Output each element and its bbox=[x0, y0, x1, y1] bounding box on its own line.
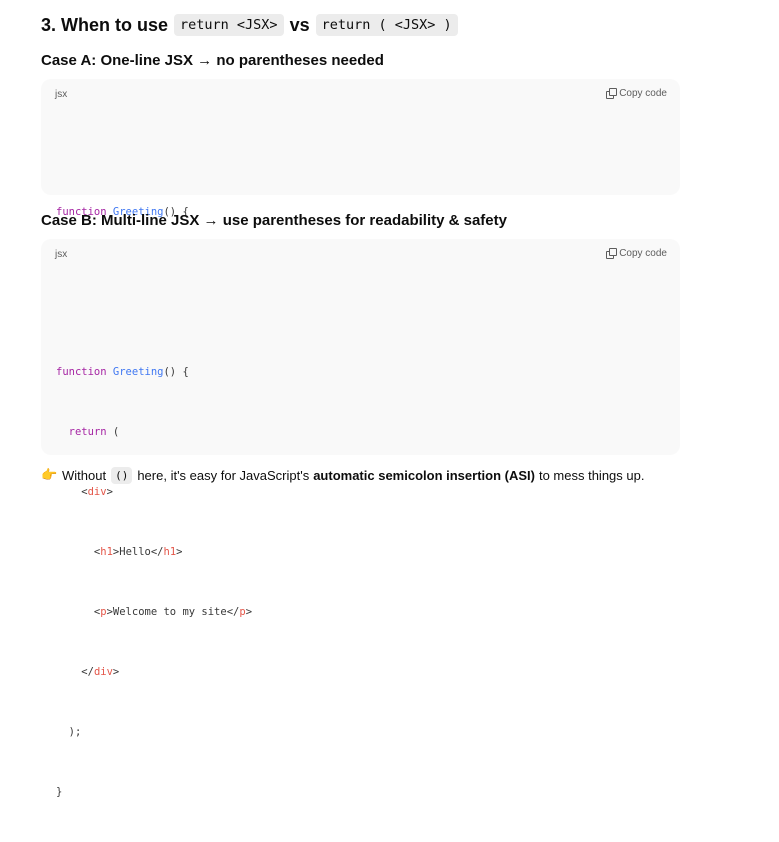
note-text-before: Without bbox=[62, 467, 107, 483]
note-text-after: to mess things up. bbox=[538, 467, 645, 483]
code-line: <h1>Hello</h1> bbox=[56, 546, 183, 558]
code-line: </div> bbox=[56, 666, 120, 678]
code-line: return ( bbox=[68, 426, 120, 438]
inline-code-parens: () bbox=[111, 466, 133, 484]
code-line: } bbox=[56, 786, 63, 798]
case-b-code-block: jsx Copy code function Greeting() { retu… bbox=[41, 239, 680, 798]
note-text-middle: here, it's easy for JavaScript's bbox=[137, 467, 310, 483]
case-b-copy-button[interactable]: Copy code bbox=[606, 248, 667, 259]
pointing-hand-icon: 👉 bbox=[41, 467, 58, 482]
copy-icon bbox=[606, 88, 618, 99]
case-b-lang-label: jsx bbox=[55, 249, 68, 260]
section-heading-prefix: 3. When to use bbox=[41, 14, 169, 35]
case-a-copy-label: Copy code bbox=[619, 88, 667, 99]
case-a-code-block: jsx Copy code function Greeting() { retu… bbox=[41, 79, 680, 338]
case-b-heading: Case B: Multi-line JSX → use parentheses… bbox=[41, 212, 507, 229]
case-b-copy-label: Copy code bbox=[619, 248, 667, 259]
case-a-heading: Case A: One-line JSX → no parentheses ne… bbox=[41, 52, 384, 69]
code-line: function Greeting() { bbox=[56, 366, 189, 378]
section-heading-vs: vs bbox=[289, 14, 310, 35]
code-line: <p>Welcome to my site</p> bbox=[56, 606, 253, 618]
note-bold-asi: automatic semicolon insertion (ASI) bbox=[313, 467, 535, 483]
section-heading: 3. When to use return <JSX> vs return ( … bbox=[41, 11, 464, 39]
code-line: ); bbox=[56, 726, 82, 738]
copy-icon bbox=[606, 248, 618, 259]
asi-note: 👉 Without () here, it's easy for JavaScr… bbox=[41, 463, 644, 487]
case-a-lang-label: jsx bbox=[55, 89, 68, 100]
inline-code-return-jsx: return <JSX> bbox=[174, 14, 284, 36]
inline-code-return-parens-jsx: return ( <JSX> ) bbox=[315, 14, 458, 36]
case-b-code: function Greeting() { return ( <div> <h1… bbox=[56, 262, 252, 842]
case-a-copy-button[interactable]: Copy code bbox=[606, 88, 667, 99]
